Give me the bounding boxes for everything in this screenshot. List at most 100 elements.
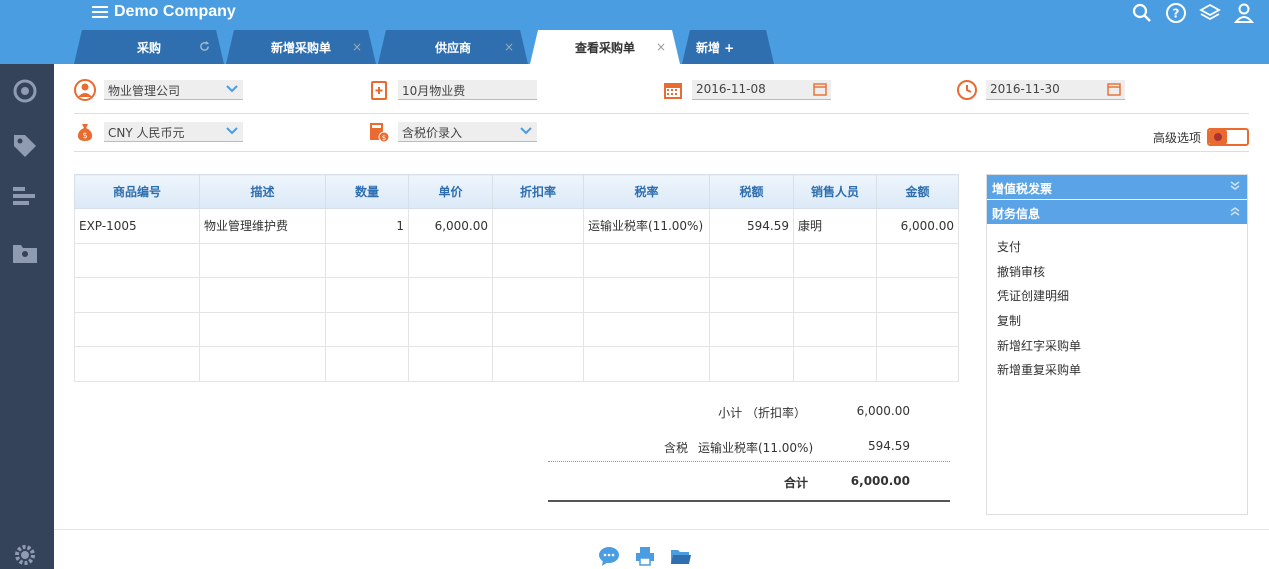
chevron-down-icon[interactable] [1229, 180, 1241, 192]
user-icon[interactable] [1233, 2, 1255, 24]
cell-tax-amount[interactable]: 594.59 [709, 208, 794, 244]
cell-quantity[interactable]: 1 [325, 208, 409, 244]
cell-salesperson[interactable]: 康明 [793, 208, 877, 244]
cell[interactable] [199, 242, 326, 278]
cell[interactable] [583, 277, 710, 313]
refresh-icon[interactable] [199, 41, 210, 52]
cell[interactable] [876, 277, 959, 313]
cell[interactable] [492, 346, 584, 382]
cell[interactable] [793, 311, 877, 347]
cell[interactable] [199, 346, 326, 382]
price-mode-select[interactable]: 含税价录入 [398, 122, 537, 142]
col-header[interactable]: 金额 [876, 174, 959, 209]
advanced-options-toggle[interactable] [1207, 128, 1249, 146]
col-header[interactable]: 商品编号 [74, 174, 200, 209]
due-date-input[interactable]: 2016-11-30 [986, 80, 1125, 100]
finance-info-header[interactable]: 财务信息 [987, 200, 1247, 225]
cell[interactable] [583, 242, 710, 278]
cell[interactable] [408, 242, 493, 278]
chevron-up-icon[interactable] [1229, 205, 1241, 217]
col-header[interactable]: 数量 [325, 174, 409, 209]
settings-icon[interactable] [11, 542, 39, 568]
table-row[interactable] [74, 277, 959, 313]
cell[interactable] [325, 346, 409, 382]
tag-icon[interactable] [11, 132, 39, 158]
action-new-recurring-order[interactable]: 新增重复采购单 [997, 358, 1237, 383]
cell-tax-rate[interactable]: 运输业税率(11.00%) [583, 208, 710, 244]
cell[interactable] [793, 277, 877, 313]
app-brand[interactable]: Demo Company [92, 3, 236, 21]
search-icon[interactable] [1131, 2, 1153, 24]
calendar-picker-icon[interactable] [813, 82, 827, 96]
cell[interactable] [74, 346, 200, 382]
cell[interactable] [583, 346, 710, 382]
dashboard-icon[interactable] [11, 78, 39, 104]
table-row[interactable] [74, 242, 959, 278]
comment-icon[interactable] [598, 545, 620, 567]
tab-view-purchase-order[interactable]: 查看采购单 × [530, 30, 680, 64]
close-icon[interactable]: × [504, 40, 514, 54]
tab-add[interactable]: 新增 + [682, 30, 774, 64]
cell-description[interactable]: 物业管理维护费 [199, 208, 326, 244]
currency-select[interactable]: CNY 人民币元 [104, 122, 243, 142]
cell-item-code[interactable]: EXP-1005 [74, 208, 200, 244]
cell[interactable] [199, 277, 326, 313]
cell-discount[interactable] [492, 208, 584, 244]
close-icon[interactable]: × [352, 40, 362, 54]
tab-purchase[interactable]: 采购 [74, 30, 224, 64]
cell[interactable] [325, 277, 409, 313]
chart-icon[interactable] [11, 184, 39, 210]
table-row[interactable]: EXP-1005 物业管理维护费 1 6,000.00 运输业税率(11.00%… [74, 208, 959, 244]
cell[interactable] [876, 346, 959, 382]
cell[interactable] [709, 277, 794, 313]
vendor-select[interactable]: 物业管理公司 [104, 80, 243, 100]
cell[interactable] [876, 242, 959, 278]
table-row[interactable] [74, 311, 959, 347]
cell-amount[interactable]: 6,000.00 [876, 208, 959, 244]
cell[interactable] [709, 242, 794, 278]
action-revoke-review[interactable]: 撤销审核 [997, 260, 1237, 285]
cell[interactable] [199, 311, 326, 347]
close-icon[interactable]: × [656, 40, 666, 54]
calendar-picker-icon[interactable] [1107, 82, 1121, 96]
cell[interactable] [583, 311, 710, 347]
col-header[interactable]: 税额 [709, 174, 794, 209]
tab-vendors[interactable]: 供应商 × [378, 30, 528, 64]
cell[interactable] [74, 277, 200, 313]
action-new-red-order[interactable]: 新增红字采购单 [997, 334, 1237, 359]
cell-unit-price[interactable]: 6,000.00 [408, 208, 493, 244]
cell[interactable] [709, 346, 794, 382]
vat-invoice-header[interactable]: 增值税发票 [987, 175, 1247, 200]
cell[interactable] [492, 311, 584, 347]
memo-input[interactable]: 10月物业费 [398, 80, 537, 100]
cell[interactable] [74, 242, 200, 278]
action-copy[interactable]: 复制 [997, 309, 1237, 334]
action-voucher-details[interactable]: 凭证创建明细 [997, 284, 1237, 309]
folder-icon[interactable] [670, 545, 692, 567]
cell[interactable] [408, 311, 493, 347]
cell[interactable] [793, 346, 877, 382]
col-header[interactable]: 税率 [583, 174, 710, 209]
cell[interactable] [408, 346, 493, 382]
cell[interactable] [74, 311, 200, 347]
cell[interactable] [876, 311, 959, 347]
help-icon[interactable]: ? [1165, 2, 1187, 24]
date-input[interactable]: 2016-11-08 [692, 80, 831, 100]
folder-contacts-icon[interactable] [11, 240, 39, 266]
col-header[interactable]: 描述 [199, 174, 326, 209]
cell[interactable] [325, 242, 409, 278]
col-header[interactable]: 销售人员 [793, 174, 877, 209]
layers-icon[interactable] [1199, 2, 1221, 24]
tab-new-purchase-order[interactable]: 新增采购单 × [226, 30, 376, 64]
col-header[interactable]: 单价 [408, 174, 493, 209]
action-pay[interactable]: 支付 [997, 235, 1237, 260]
print-icon[interactable] [634, 545, 656, 567]
cell[interactable] [492, 242, 584, 278]
cell[interactable] [492, 277, 584, 313]
table-row[interactable] [74, 346, 959, 382]
col-header[interactable]: 折扣率 [492, 174, 584, 209]
cell[interactable] [709, 311, 794, 347]
cell[interactable] [793, 242, 877, 278]
cell[interactable] [325, 311, 409, 347]
menu-icon[interactable] [92, 6, 108, 18]
